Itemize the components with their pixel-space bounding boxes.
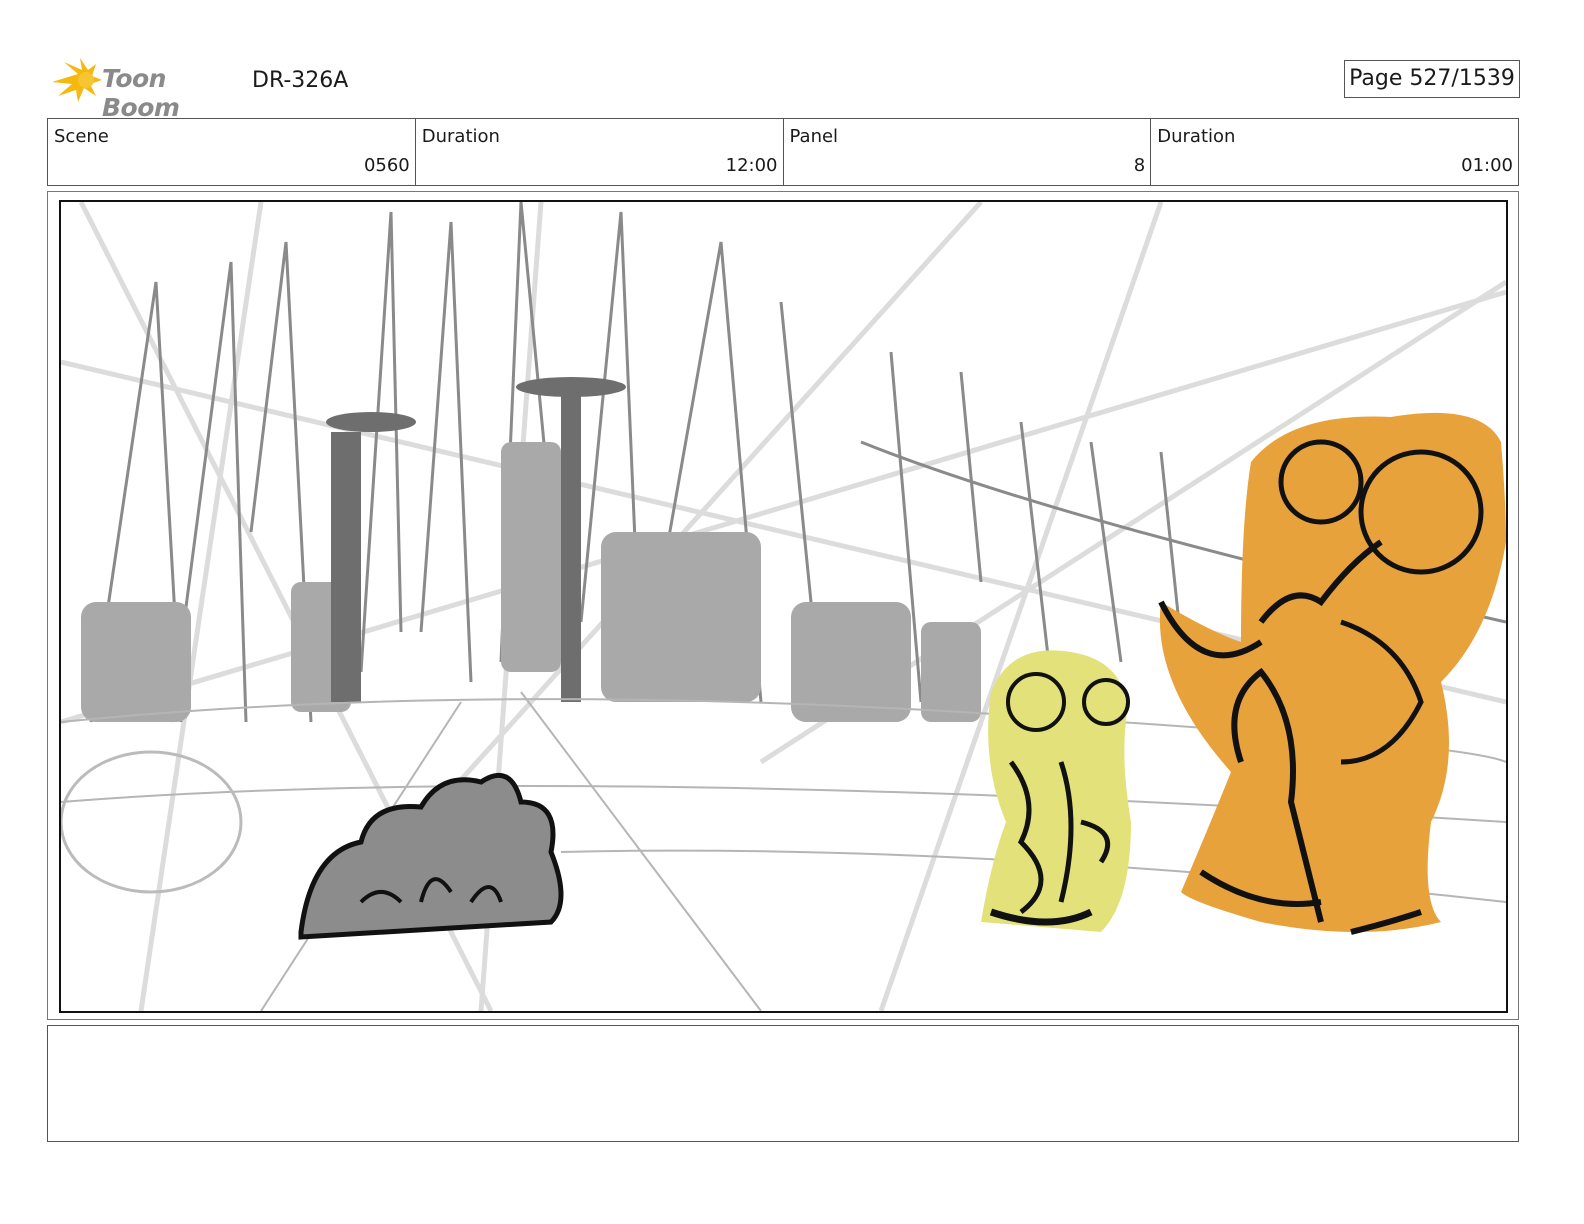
page-number: 527/1539 bbox=[1409, 66, 1515, 91]
toon-boom-logo-icon bbox=[52, 58, 102, 102]
scene-duration-label: Duration bbox=[421, 126, 500, 147]
scene-cell: Scene 0560 bbox=[48, 119, 416, 185]
scene-value: 0560 bbox=[363, 155, 410, 176]
panel-notes-box bbox=[47, 1025, 1519, 1142]
scene-duration-value: 12:00 bbox=[725, 155, 778, 176]
page-label: Page bbox=[1349, 66, 1403, 91]
faded-character bbox=[61, 750, 243, 894]
storyboard-sketch bbox=[61, 202, 1506, 1011]
storyboard-header: Toon Boom DR-326A Page 527/1539 bbox=[50, 54, 1520, 122]
tree-cluster bbox=[81, 442, 981, 722]
storyboard-panel-frame bbox=[47, 191, 1519, 1020]
panel-duration-value: 01:00 bbox=[1461, 155, 1513, 176]
logo-text: Toon Boom bbox=[102, 64, 180, 122]
yellow-character bbox=[981, 650, 1131, 932]
toon-boom-logo: Toon Boom bbox=[50, 56, 240, 122]
storyboard-panel-image bbox=[59, 200, 1508, 1013]
scene-label: Scene bbox=[54, 126, 109, 147]
document-code: DR-326A bbox=[252, 68, 349, 93]
panel-duration-cell: Duration 01:00 bbox=[1151, 119, 1518, 185]
panel-duration-label: Duration bbox=[1157, 126, 1236, 147]
scene-info-table: Scene 0560 Duration 12:00 Panel 8 Durati… bbox=[47, 118, 1519, 186]
panel-value: 8 bbox=[1133, 155, 1146, 176]
panel-label: Panel bbox=[789, 126, 839, 147]
scene-duration-cell: Duration 12:00 bbox=[416, 119, 784, 185]
panel-cell: Panel 8 bbox=[784, 119, 1152, 185]
page-indicator: Page 527/1539 bbox=[1344, 60, 1520, 98]
orange-character bbox=[1158, 412, 1506, 935]
bush bbox=[298, 772, 564, 940]
